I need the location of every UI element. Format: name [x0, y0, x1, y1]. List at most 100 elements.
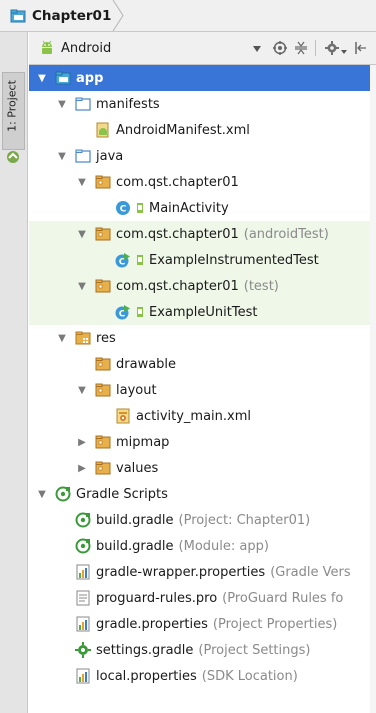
res-folder-icon — [75, 330, 91, 346]
hide-panel-icon[interactable] — [355, 41, 367, 59]
tree-row[interactable]: ▶ mipmap — [29, 429, 376, 455]
tree-row[interactable]: gradle.properties (Project Properties) — [29, 611, 376, 637]
tree-row-label: res — [96, 330, 116, 346]
tree-row-label: activity_main.xml — [136, 408, 252, 424]
tree-row[interactable]: activity_main.xml — [29, 403, 376, 429]
collapse-all-icon[interactable] — [294, 41, 308, 59]
tree-row[interactable]: proguard-rules.pro (ProGuard Rules fo — [29, 585, 376, 611]
expand-arrow-icon[interactable]: ▼ — [35, 71, 49, 85]
tree-row-hint: (Project: Chapter01) — [178, 512, 311, 528]
gradle-icon — [55, 486, 71, 502]
module-folder-icon — [55, 70, 71, 86]
tree-row-label: com.qst.chapter01 — [116, 174, 239, 190]
class-icon: C — [115, 200, 131, 216]
tree-row-label: AndroidManifest.xml — [116, 122, 250, 138]
breadcrumb-separator-icon — [112, 0, 124, 31]
tree-row[interactable]: ▼ Gradle Scripts — [29, 481, 376, 507]
gear-icon[interactable] — [325, 41, 339, 59]
tree-row[interactable]: local.properties (SDK Location) — [29, 663, 376, 689]
expand-arrow-icon[interactable]: ▼ — [55, 97, 69, 111]
collapse-arrow-icon[interactable]: ▶ — [75, 461, 89, 475]
tree-row[interactable]: C MainActivity — [29, 195, 376, 221]
tree-row-label: build.gradle — [96, 512, 174, 528]
project-view-toolbar: Android — [29, 32, 376, 65]
tree-row-label: ExampleInstrumentedTest — [149, 252, 319, 268]
tree-row[interactable]: ▼ java — [29, 143, 376, 169]
svg-text:C: C — [120, 205, 127, 215]
expand-arrow-icon[interactable]: ▼ — [75, 383, 89, 397]
settings-gradle-icon — [75, 642, 91, 658]
build-variants-icon[interactable] — [6, 150, 20, 164]
tree-row[interactable]: build.gradle (Project: Chapter01) — [29, 507, 376, 533]
test-class-icon: C — [115, 252, 131, 268]
settings-dropdown-chevron-icon[interactable] — [341, 44, 347, 59]
tree-row-label: layout — [116, 382, 157, 398]
tree-row-label: gradle.properties — [96, 616, 208, 632]
tree-row-label: build.gradle — [96, 538, 174, 554]
expand-arrow-icon[interactable]: ▼ — [35, 487, 49, 501]
test-class-icon: C — [115, 304, 131, 320]
expand-arrow-icon[interactable]: ▼ — [55, 331, 69, 345]
tree-row[interactable]: build.gradle (Module: app) — [29, 533, 376, 559]
tree-row[interactable]: C ExampleInstrumentedTest — [29, 247, 376, 273]
package-icon — [95, 174, 111, 190]
tree-row-label: mipmap — [116, 434, 170, 450]
tree-row-label: MainActivity — [149, 200, 229, 216]
tree-row[interactable]: AndroidManifest.xml — [29, 117, 376, 143]
chevron-down-icon[interactable] — [253, 42, 261, 57]
tree-row-hint: (androidTest) — [243, 226, 329, 242]
tree-row[interactable]: ▼ com.qst.chapter01 (test) — [29, 273, 376, 299]
tree-row-hint: (test) — [243, 278, 279, 294]
tree-row[interactable]: ▼ res — [29, 325, 376, 351]
breadcrumb-project[interactable]: Chapter01 — [0, 0, 118, 31]
tree-row[interactable]: ▼ layout — [29, 377, 376, 403]
tree-row-label: ExampleUnitTest — [149, 304, 258, 320]
layout-file-icon — [115, 408, 131, 424]
expand-arrow-icon[interactable]: ▼ — [75, 175, 89, 189]
package-icon — [95, 226, 111, 242]
tree-row[interactable]: ▼ app — [29, 65, 376, 91]
tree-row-label: com.qst.chapter01 — [116, 278, 239, 294]
folder-icon — [75, 96, 91, 112]
package-icon — [95, 382, 111, 398]
expand-arrow-icon[interactable]: ▼ — [75, 279, 89, 293]
tree-row[interactable]: ▼ com.qst.chapter01 (androidTest) — [29, 221, 376, 247]
tree-row-hint: (SDK Location) — [201, 668, 298, 684]
tree-row-label: proguard-rules.pro — [96, 590, 218, 606]
tree-row-label: app — [76, 70, 104, 86]
manifest-file-icon — [95, 122, 111, 138]
view-mode-dropdown[interactable]: Android — [39, 38, 259, 58]
android-badge-icon — [136, 307, 144, 317]
vertical-scrollbar[interactable] — [370, 65, 376, 713]
tree-row-label: java — [96, 148, 124, 164]
tree-row[interactable]: gradle-wrapper.properties (Gradle Vers — [29, 559, 376, 585]
gradle-icon — [75, 512, 91, 528]
scroll-from-source-icon[interactable] — [273, 41, 287, 59]
tool-window-strip: 1: Project — [0, 32, 28, 713]
tree-row[interactable]: ▶ values — [29, 455, 376, 481]
package-icon — [95, 460, 111, 476]
tree-row[interactable]: settings.gradle (Project Settings) — [29, 637, 376, 663]
tree-row[interactable]: ▼ com.qst.chapter01 — [29, 169, 376, 195]
expand-arrow-icon[interactable]: ▼ — [75, 227, 89, 241]
tree-row[interactable]: drawable — [29, 351, 376, 377]
expand-arrow-icon[interactable]: ▼ — [55, 149, 69, 163]
tree-row-label: com.qst.chapter01 — [116, 226, 239, 242]
tree-row[interactable]: ▼ manifests — [29, 91, 376, 117]
tree-row-label: gradle-wrapper.properties — [96, 564, 266, 580]
folder-icon — [75, 148, 91, 164]
tree-row-label: local.properties — [96, 668, 197, 684]
package-icon — [95, 278, 111, 294]
tree-row[interactable]: C ExampleUnitTest — [29, 299, 376, 325]
collapse-arrow-icon[interactable]: ▶ — [75, 435, 89, 449]
